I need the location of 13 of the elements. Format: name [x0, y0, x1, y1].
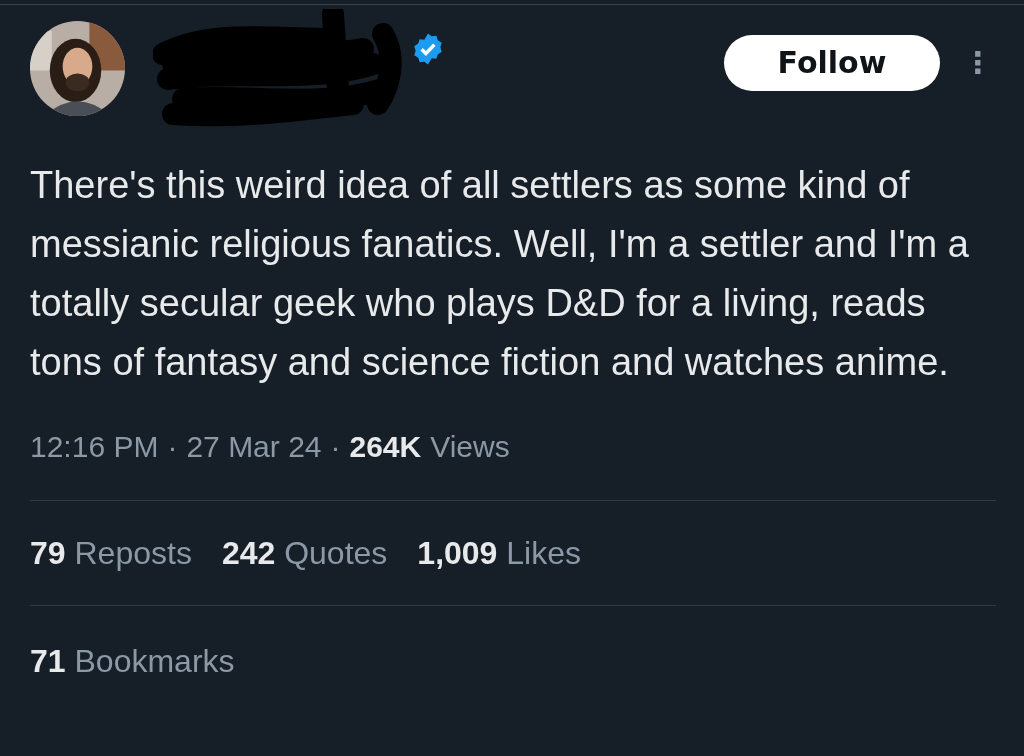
- separator: ·: [167, 430, 178, 464]
- follow-button[interactable]: Follow: [724, 34, 940, 91]
- stat-link[interactable]: 242 Quotes: [221, 534, 388, 572]
- views-label: Views: [430, 430, 510, 464]
- tweet-text: There's this weird idea of all settlers as some kind of messianic religious fanatics. Well, I'm a settler and I'm a totally secular geek who plays D&D for a living, reads tons of fantasy and science fiction and watches anime.: [30, 163, 970, 385]
- stat-link[interactable]: 1,009 Likes: [417, 534, 581, 572]
- tweet-date: 27 Mar 24: [186, 430, 322, 464]
- views-count: 264K: [349, 430, 422, 464]
- bookmarks-link[interactable]: 71 Bookmarks: [30, 642, 235, 680]
- separator: ·: [330, 430, 341, 464]
- stat-link[interactable]: 79 Reposts: [30, 534, 192, 572]
- more-menu-button[interactable]: ⋮: [960, 45, 996, 80]
- tweet-time: 12:16 PM: [30, 430, 159, 464]
